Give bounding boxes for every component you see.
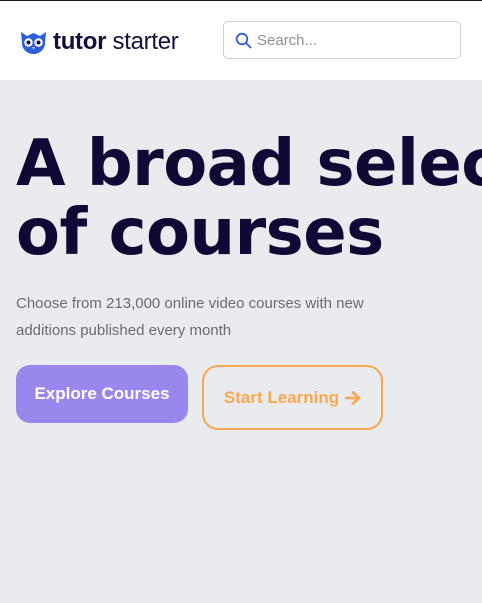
hero-title-line-2: of courses [16,196,384,270]
logo-text-bold: tutor [53,28,107,55]
hero-title-line-1: A broad selec [16,127,482,201]
logo-text: tutor starter [53,28,179,55]
hero-title: A broad selec of courses [16,130,482,268]
search-box [223,21,461,59]
search-input[interactable] [257,31,447,49]
search-icon[interactable] [235,32,252,49]
start-learning-button[interactable]: Start Learning [202,365,383,430]
hero-section: A broad selec of courses Choose from 213… [0,80,482,603]
explore-courses-button[interactable]: Explore Courses [16,365,188,423]
explore-courses-label: Explore Courses [34,384,170,403]
logo-text-light: starter [112,28,179,55]
site-logo[interactable]: tutor starter [20,26,179,58]
hero-subtitle: Choose from 213,000 online video courses… [16,295,364,339]
owl-icon [21,31,46,54]
arrow-right-icon [345,390,361,405]
site-header: tutor starter [0,1,482,80]
start-learning-label: Start Learning [223,387,340,407]
